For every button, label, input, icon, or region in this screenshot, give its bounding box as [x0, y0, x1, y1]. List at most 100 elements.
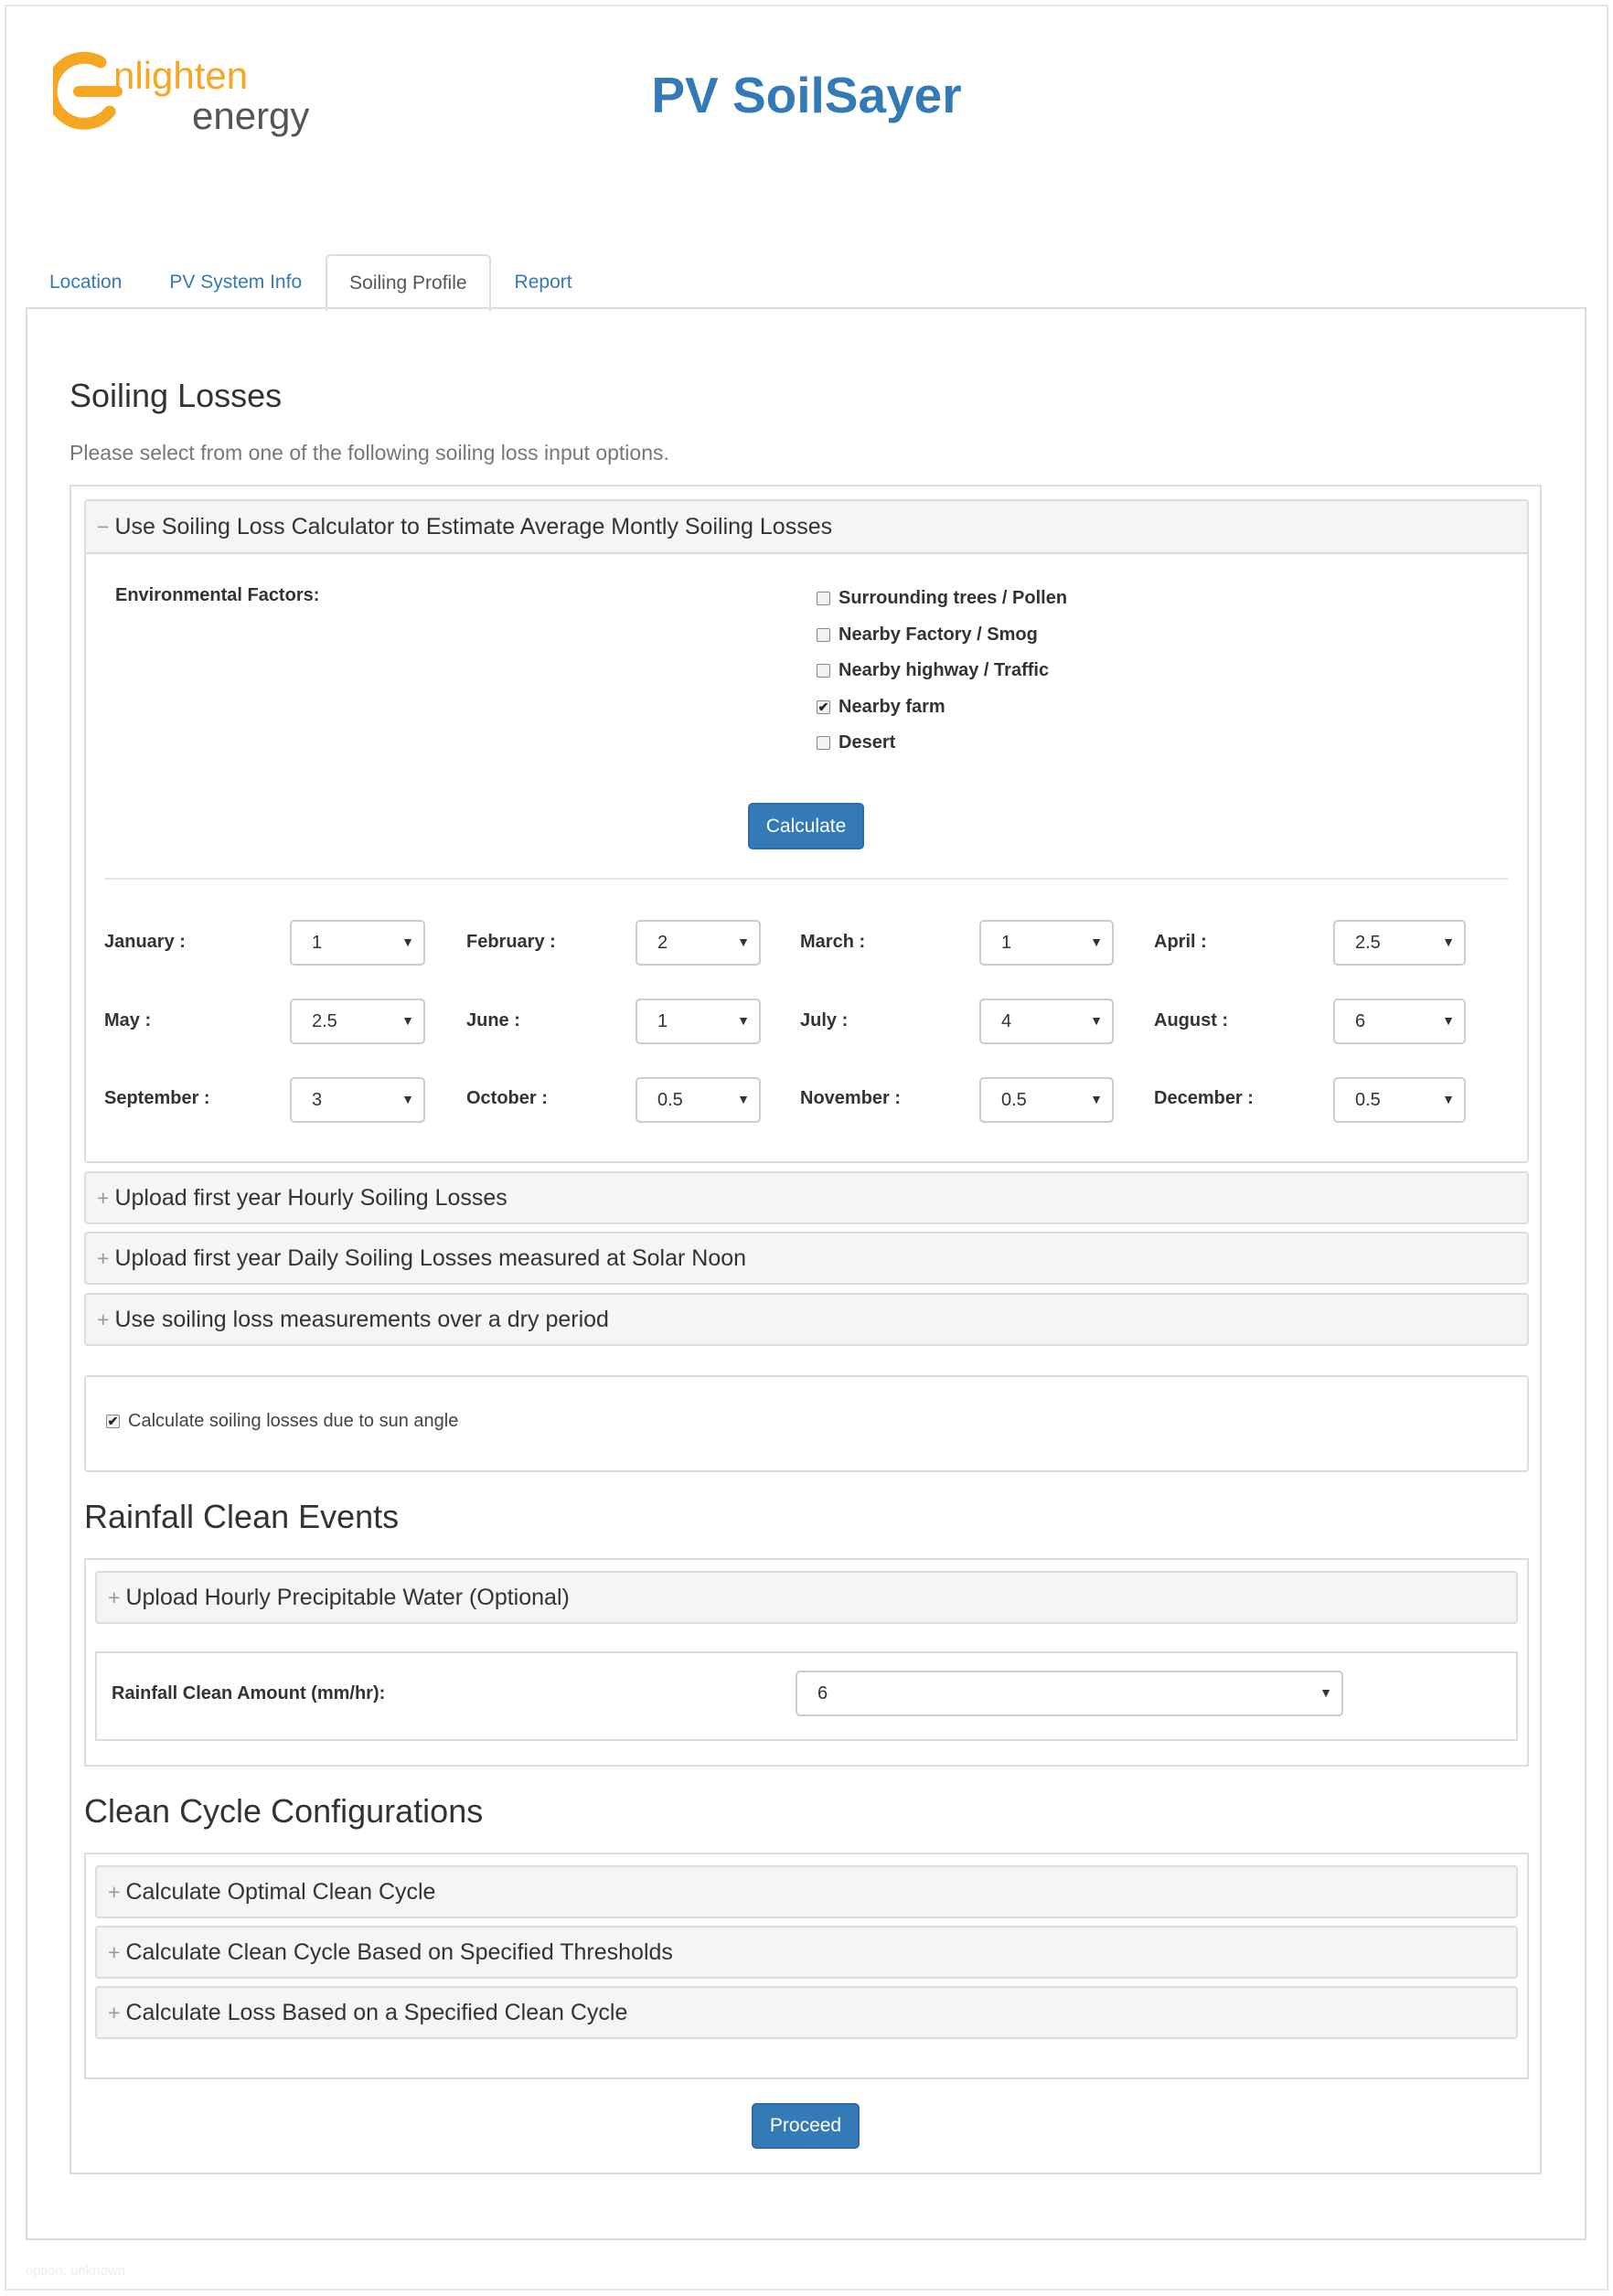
- app-title: PV SoilSayer: [651, 67, 962, 123]
- select-value: 4: [1001, 1010, 1012, 1031]
- accordion-title: Upload first year Hourly Soiling Losses: [114, 1184, 507, 1211]
- tab-location[interactable]: Location: [26, 254, 145, 309]
- factor-label: Nearby highway / Traffic: [839, 660, 1050, 680]
- expand-icon: +: [97, 1245, 110, 1270]
- tab-soiling-profile[interactable]: Soiling Profile: [326, 254, 491, 311]
- select-value: 2: [657, 932, 668, 953]
- daily-soiling-upload-header[interactable]: + Upload first year Daily Soiling Losses…: [84, 1232, 1529, 1285]
- environmental-factors-label: Environmental Factors:: [115, 585, 320, 605]
- collapse-icon: −: [97, 514, 110, 539]
- month-select-april[interactable]: 2.5 ▼: [1333, 920, 1466, 966]
- expand-icon: +: [108, 2000, 121, 2024]
- select-value: 6: [1355, 1010, 1366, 1031]
- month-label-march: March :: [800, 932, 866, 952]
- dropdown-arrow-icon: ▼: [1442, 1013, 1455, 1028]
- month-label-july: July :: [800, 1010, 849, 1031]
- divider: [105, 878, 1508, 880]
- sun-angle-checkbox[interactable]: ✔ Calculate soiling losses due to sun an…: [106, 1411, 458, 1432]
- month-select-october[interactable]: 0.5 ▼: [636, 1077, 761, 1123]
- soiling-losses-instructions: Please select from one of the following …: [69, 441, 669, 465]
- sun-angle-label: Calculate soiling losses due to sun angl…: [128, 1411, 459, 1431]
- expand-icon: +: [108, 1939, 121, 1964]
- calculator-accordion-header[interactable]: − Use Soiling Loss Calculator to Estimat…: [84, 499, 1529, 554]
- month-select-september[interactable]: 3 ▼: [290, 1077, 425, 1123]
- calculator-accordion-title: Use Soiling Loss Calculator to Estimate …: [114, 513, 833, 539]
- select-value: 1: [1001, 932, 1012, 953]
- dropdown-arrow-icon: ▼: [1319, 1685, 1332, 1700]
- dropdown-arrow-icon: ▼: [401, 1013, 414, 1028]
- select-value: 2.5: [312, 1010, 337, 1031]
- month-select-november[interactable]: 0.5 ▼: [979, 1077, 1114, 1123]
- month-select-march[interactable]: 1 ▼: [979, 920, 1114, 966]
- select-value: 6: [817, 1682, 828, 1703]
- select-value: 0.5: [1355, 1089, 1381, 1110]
- factor-desert[interactable]: Desert: [817, 732, 895, 753]
- month-label-november: November :: [800, 1088, 902, 1108]
- factor-nearby-farm[interactable]: ✔ Nearby farm: [817, 697, 945, 718]
- calculate-button[interactable]: Calculate: [748, 803, 864, 849]
- soiling-losses-heading: Soiling Losses: [69, 377, 283, 414]
- dropdown-arrow-icon: ▼: [401, 934, 414, 949]
- accordion-title: Calculate Loss Based on a Specified Clea…: [125, 1999, 628, 2025]
- select-value: 1: [312, 932, 323, 953]
- month-label-august: August :: [1154, 1010, 1229, 1031]
- tab-pv-system-info[interactable]: PV System Info: [145, 254, 326, 309]
- expand-icon: +: [97, 1307, 110, 1331]
- checkbox-icon[interactable]: [817, 664, 830, 678]
- checkbox-checked-icon[interactable]: ✔: [817, 700, 830, 714]
- rainfall-amount-label: Rainfall Clean Amount (mm/hr):: [112, 1683, 386, 1703]
- rainfall-heading: Rainfall Clean Events: [84, 1498, 400, 1535]
- checkbox-icon[interactable]: [817, 736, 830, 750]
- dry-period-measurements-header[interactable]: + Use soiling loss measurements over a d…: [84, 1293, 1529, 1346]
- month-label-september: September :: [104, 1088, 210, 1108]
- month-label-april: April :: [1154, 932, 1207, 952]
- calculator-accordion-body: [84, 552, 1529, 1163]
- expand-icon: +: [108, 1879, 121, 1904]
- threshold-clean-cycle-header[interactable]: + Calculate Clean Cycle Based on Specifi…: [95, 1926, 1518, 1979]
- checkbox-icon[interactable]: [817, 592, 830, 605]
- checkbox-checked-icon[interactable]: ✔: [106, 1415, 120, 1428]
- dropdown-arrow-icon: ▼: [1442, 1092, 1455, 1106]
- month-select-december[interactable]: 0.5 ▼: [1333, 1077, 1466, 1123]
- month-label-february: February :: [466, 932, 556, 952]
- factor-factory-smog[interactable]: Nearby Factory / Smog: [817, 625, 1038, 646]
- select-value: 1: [657, 1010, 668, 1031]
- factor-label: Nearby farm: [839, 697, 945, 717]
- month-select-august[interactable]: 6 ▼: [1333, 998, 1466, 1044]
- select-value: 2.5: [1355, 932, 1381, 953]
- accordion-title: Use soiling loss measurements over a dry…: [114, 1306, 609, 1332]
- factor-highway-traffic[interactable]: Nearby highway / Traffic: [817, 660, 1049, 681]
- factor-trees-pollen[interactable]: Surrounding trees / Pollen: [817, 588, 1067, 609]
- tab-bar: Location PV System Info Soiling Profile …: [26, 254, 596, 311]
- month-select-february[interactable]: 2 ▼: [636, 920, 761, 966]
- select-value: 3: [312, 1089, 323, 1110]
- expand-icon: +: [97, 1185, 110, 1210]
- select-value: 0.5: [657, 1089, 683, 1110]
- expand-icon: +: [108, 1585, 121, 1609]
- select-value: 0.5: [1001, 1089, 1027, 1110]
- hourly-soiling-upload-header[interactable]: + Upload first year Hourly Soiling Losse…: [84, 1171, 1529, 1224]
- accordion-title: Upload Hourly Precipitable Water (Option…: [125, 1584, 570, 1610]
- month-select-january[interactable]: 1 ▼: [290, 920, 425, 966]
- footer-status: option: unknown: [26, 2263, 126, 2279]
- month-select-june[interactable]: 1 ▼: [636, 998, 761, 1044]
- specified-clean-cycle-header[interactable]: + Calculate Loss Based on a Specified Cl…: [95, 1986, 1518, 2039]
- clean-cycle-heading: Clean Cycle Configurations: [84, 1792, 484, 1830]
- dropdown-arrow-icon: ▼: [737, 934, 750, 949]
- tab-report[interactable]: Report: [491, 254, 596, 309]
- proceed-button[interactable]: Proceed: [752, 2103, 860, 2149]
- month-select-july[interactable]: 4 ▼: [979, 998, 1114, 1044]
- factor-label: Nearby Factory / Smog: [839, 625, 1038, 645]
- rainfall-amount-select[interactable]: 6 ▼: [796, 1671, 1343, 1716]
- checkbox-icon[interactable]: [817, 628, 830, 642]
- dropdown-arrow-icon: ▼: [1090, 1013, 1103, 1028]
- dropdown-arrow-icon: ▼: [737, 1013, 750, 1028]
- factor-label: Desert: [839, 732, 896, 753]
- month-label-january: January :: [104, 932, 186, 952]
- accordion-title: Upload first year Daily Soiling Losses m…: [114, 1244, 747, 1271]
- precipitable-water-upload-header[interactable]: + Upload Hourly Precipitable Water (Opti…: [95, 1571, 1518, 1624]
- dropdown-arrow-icon: ▼: [401, 1092, 414, 1106]
- month-select-may[interactable]: 2.5 ▼: [290, 998, 425, 1044]
- optimal-clean-cycle-header[interactable]: + Calculate Optimal Clean Cycle: [95, 1865, 1518, 1918]
- month-label-december: December :: [1154, 1088, 1254, 1108]
